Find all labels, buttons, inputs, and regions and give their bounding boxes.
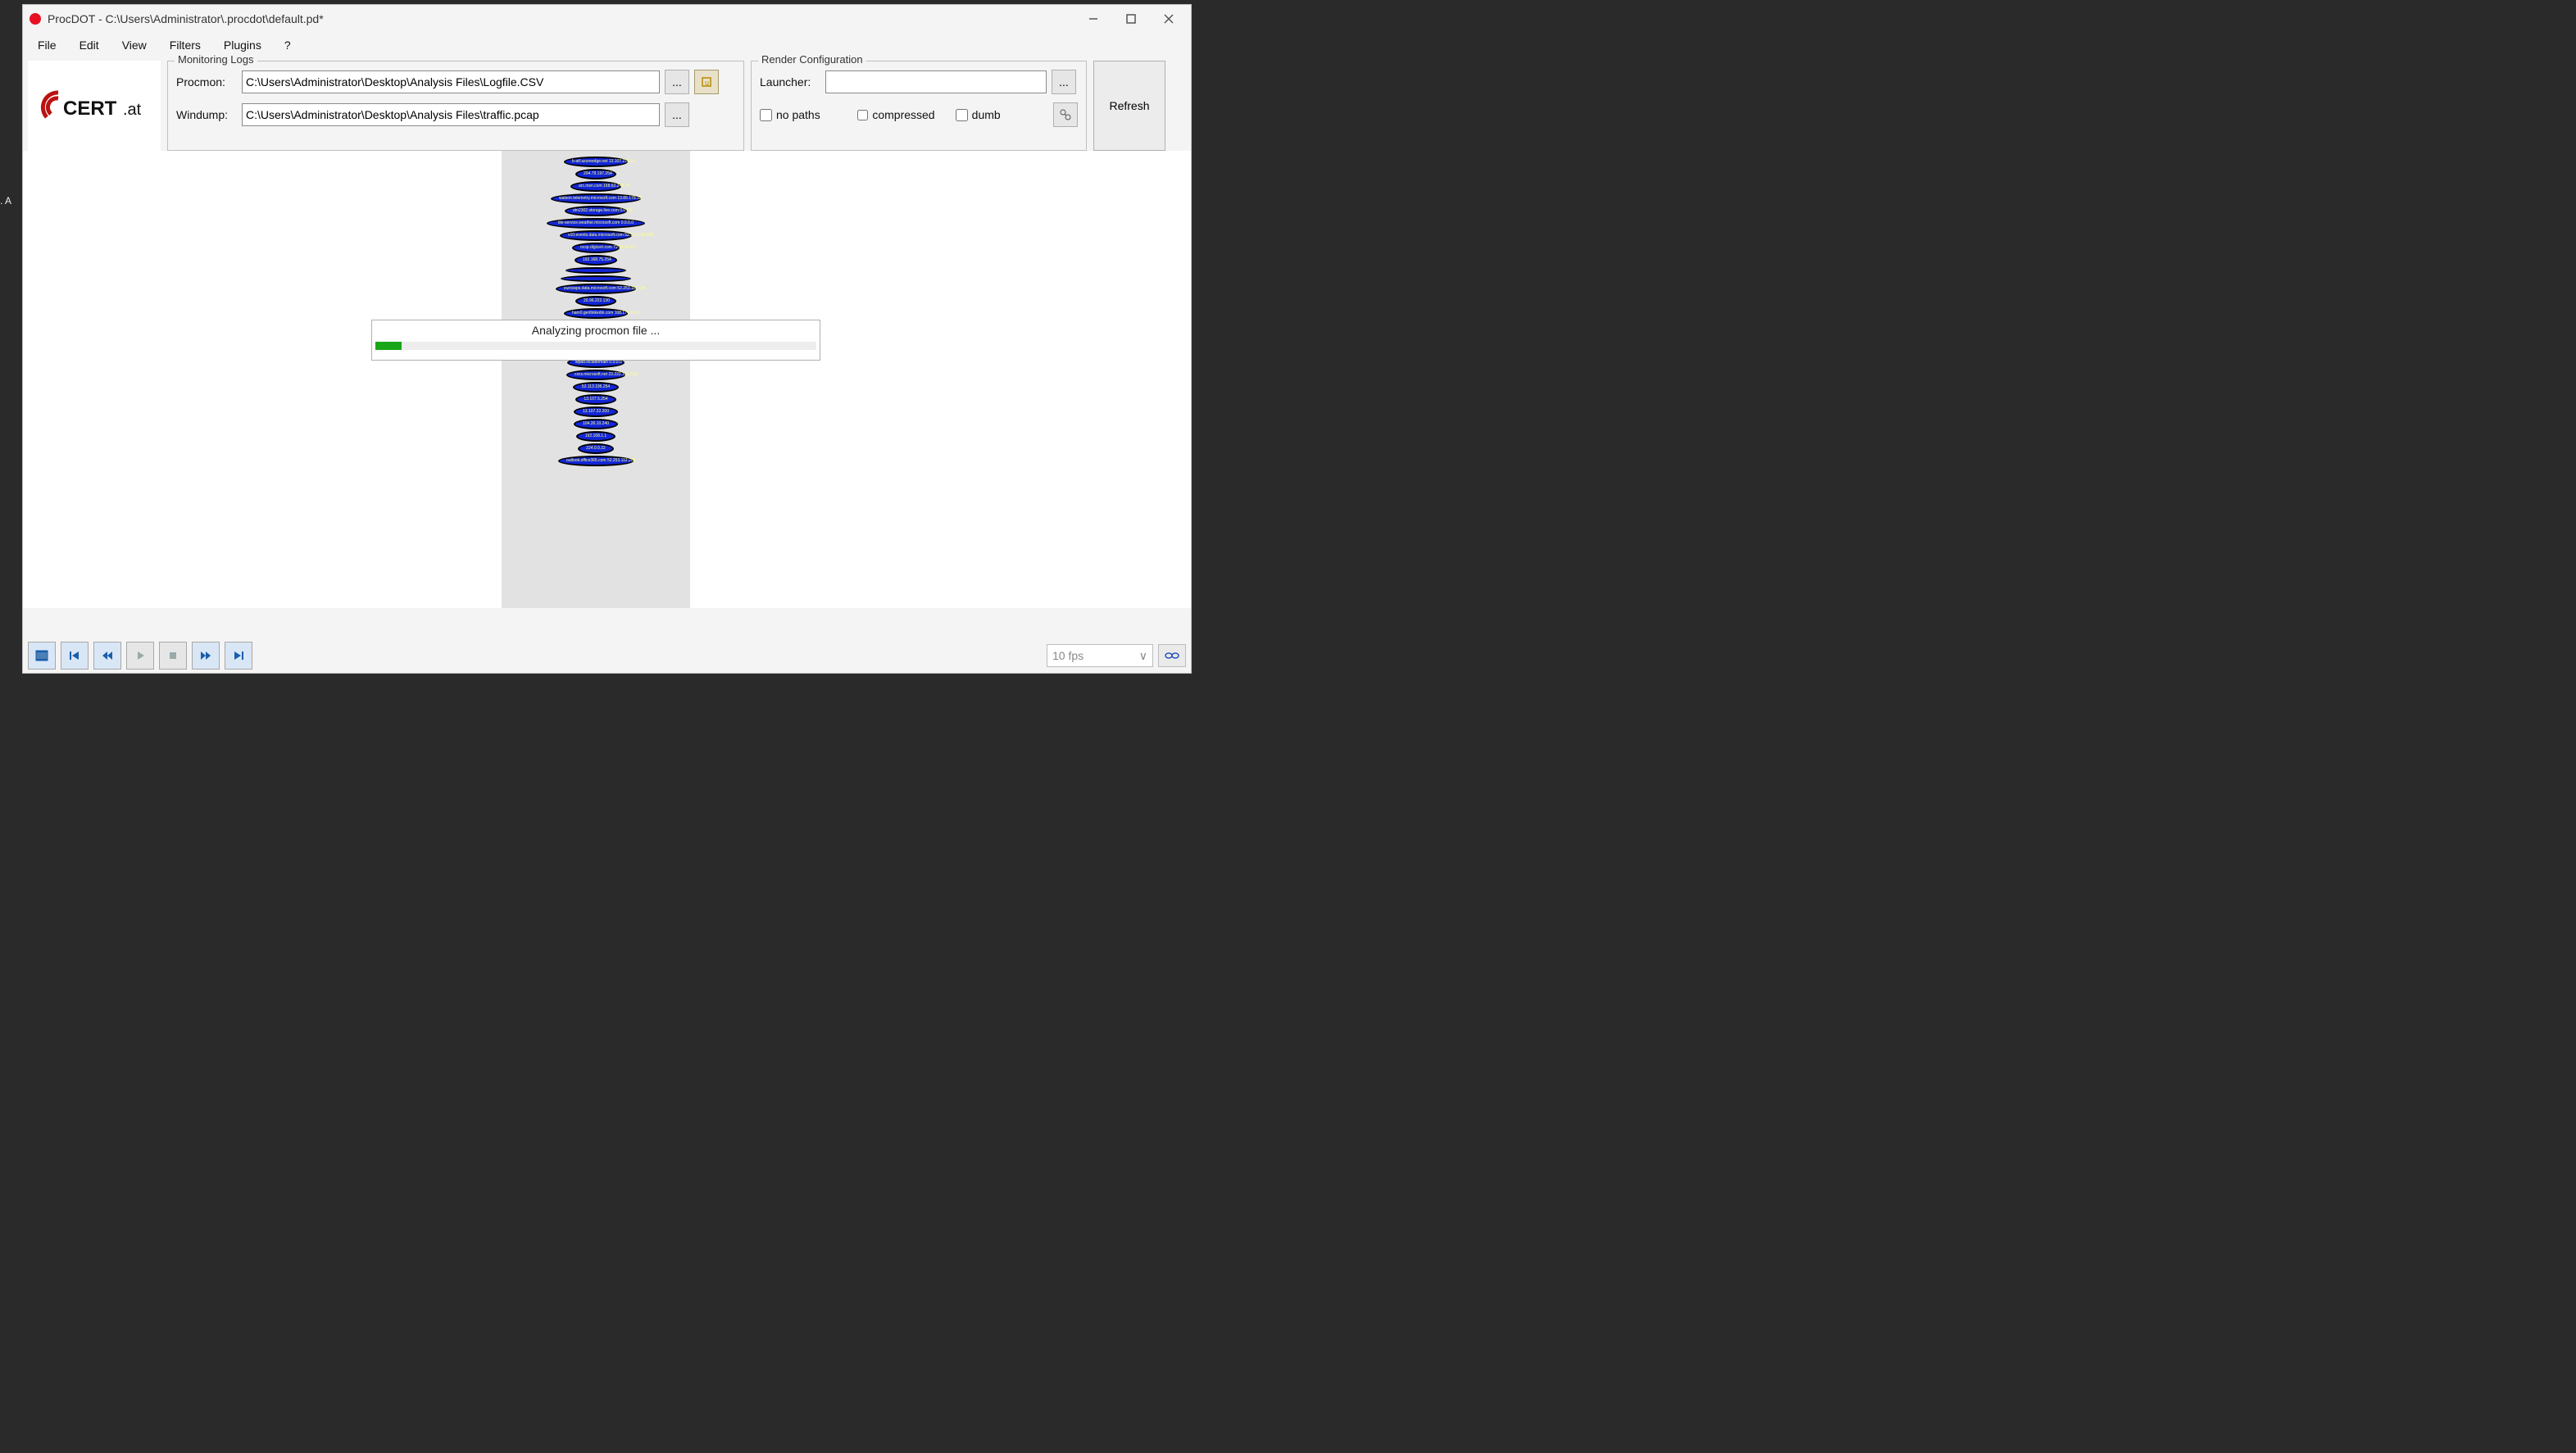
graph-node[interactable]: 192.168.1.1 [576, 431, 616, 442]
graph-node[interactable]: 52.113.196.254 [573, 382, 619, 393]
procmon-label: Procmon: [176, 75, 237, 89]
progress-bar [375, 342, 816, 350]
monitoring-logs-group: Monitoring Logs Procmon: ... u Windump: … [167, 61, 744, 151]
graph-node[interactable]: ham0.gertlinkedin.com 108.174.10.14 [564, 308, 628, 319]
graph-node[interactable]: cxcs.microsoft.net 23.222.128.168 [566, 370, 625, 380]
launcher-label: Launcher: [760, 75, 820, 89]
close-button[interactable] [1150, 5, 1188, 33]
svg-text:u: u [705, 79, 709, 87]
graph-node[interactable] [561, 275, 631, 282]
graph-node[interactable]: v10.events.data.microsoft.com 52.182.143… [560, 230, 632, 241]
no-paths-checkbox[interactable]: no paths [760, 108, 820, 121]
graph-node[interactable]: 192.168.75.254 [575, 255, 617, 266]
windump-label: Windump: [176, 108, 237, 121]
refresh-button[interactable]: Refresh [1093, 61, 1165, 151]
graph-node[interactable]: arc.msn.com 168.62.242.76 [570, 181, 621, 192]
render-config-legend: Render Configuration [758, 53, 866, 66]
graph-node[interactable]: ocsp.digicert.com 72.21.91.29 [572, 243, 620, 253]
procdot-window: ProcDOT - C:\Users\Administrator\.procdo… [22, 4, 1192, 674]
graph-node[interactable]: 224.0.0.22 [578, 443, 614, 454]
launcher-input[interactable] [825, 70, 1047, 93]
fps-selector[interactable]: 10 fps ∨ [1047, 644, 1153, 667]
skip-start-icon[interactable] [61, 642, 89, 670]
chevron-down-icon: ∨ [1139, 649, 1147, 663]
stop-icon[interactable] [159, 642, 187, 670]
record-icon [30, 13, 41, 25]
progress-label: Analyzing procmon file ... [372, 320, 820, 342]
cert-at-logo: CERT .at [28, 61, 161, 151]
dumb-checkbox[interactable]: dumb [956, 108, 1016, 121]
link-chain-icon[interactable] [1158, 644, 1186, 667]
graph-node[interactable]: 20.96.222.130 [575, 296, 616, 306]
graph-node[interactable]: 204.79.197.254 [575, 169, 616, 179]
graph-node[interactable]: 13.107.22.200 [574, 406, 618, 417]
maximize-button[interactable] [1112, 5, 1150, 33]
svg-text:.at: .at [123, 101, 142, 119]
render-tool-button[interactable] [1053, 102, 1078, 127]
film-icon[interactable] [28, 642, 56, 670]
graph-background: b-atf.azureedge.net 13.107.213.51 204.79.… [502, 151, 690, 608]
graph-canvas[interactable]: b-atf.azureedge.net 13.107.213.51 204.79.… [23, 151, 1191, 608]
graph-node[interactable]: 104.26.10.240 [574, 419, 618, 429]
graph-node[interactable]: outlook.office365.com 52.253.112.208 [558, 456, 634, 466]
minimize-button[interactable] [1074, 5, 1112, 33]
progress-dialog: Analyzing procmon file ... [371, 320, 820, 361]
background-fragment: . A [0, 195, 22, 211]
fast-forward-icon[interactable] [192, 642, 220, 670]
graph-node[interactable]: eurossps.data.microsoft.com 52.253.113.1… [556, 284, 636, 294]
window-title: ProcDOT - C:\Users\Administrator\.procdo… [48, 12, 324, 25]
windump-input[interactable] [242, 103, 660, 126]
skip-end-icon[interactable] [225, 642, 252, 670]
titlebar: ProcDOT - C:\Users\Administrator\.procdo… [23, 5, 1191, 33]
procmon-aux-button[interactable]: u [694, 70, 719, 94]
windump-browse-button[interactable]: ... [665, 102, 689, 127]
menu-file[interactable]: File [26, 34, 68, 57]
graph-node[interactable]: b-atf.azureedge.net 13.107.213.51 [564, 157, 628, 167]
graph-node[interactable]: watson.telemetry.microsoft.com 13.89.179… [551, 193, 641, 204]
compressed-checkbox[interactable]: compressed [857, 108, 918, 121]
render-config-group: Render Configuration Launcher: ... no pa… [751, 61, 1087, 151]
menu-view[interactable]: View [111, 34, 158, 57]
procmon-browse-button[interactable]: ... [665, 70, 689, 94]
graph-node[interactable] [566, 267, 626, 274]
play-icon[interactable] [126, 642, 154, 670]
bottom-toolbar: 10 fps ∨ [23, 638, 1191, 673]
launcher-browse-button[interactable]: ... [1052, 70, 1076, 94]
graph-node[interactable]: 13.107.5.254 [575, 394, 616, 405]
menu-edit[interactable]: Edit [68, 34, 111, 57]
graph-node[interactable]: tile-service.weather.microsoft.com 0.0.0… [547, 218, 645, 229]
menu-help[interactable]: ? [273, 34, 302, 57]
rewind-icon[interactable] [93, 642, 121, 670]
graph-node[interactable]: dm2302.storage.live.com 0.0.0.0 [565, 206, 627, 216]
svg-text:CERT: CERT [63, 98, 117, 120]
procmon-input[interactable] [242, 70, 660, 93]
progress-fill [375, 342, 402, 350]
monitoring-logs-legend: Monitoring Logs [175, 53, 257, 66]
